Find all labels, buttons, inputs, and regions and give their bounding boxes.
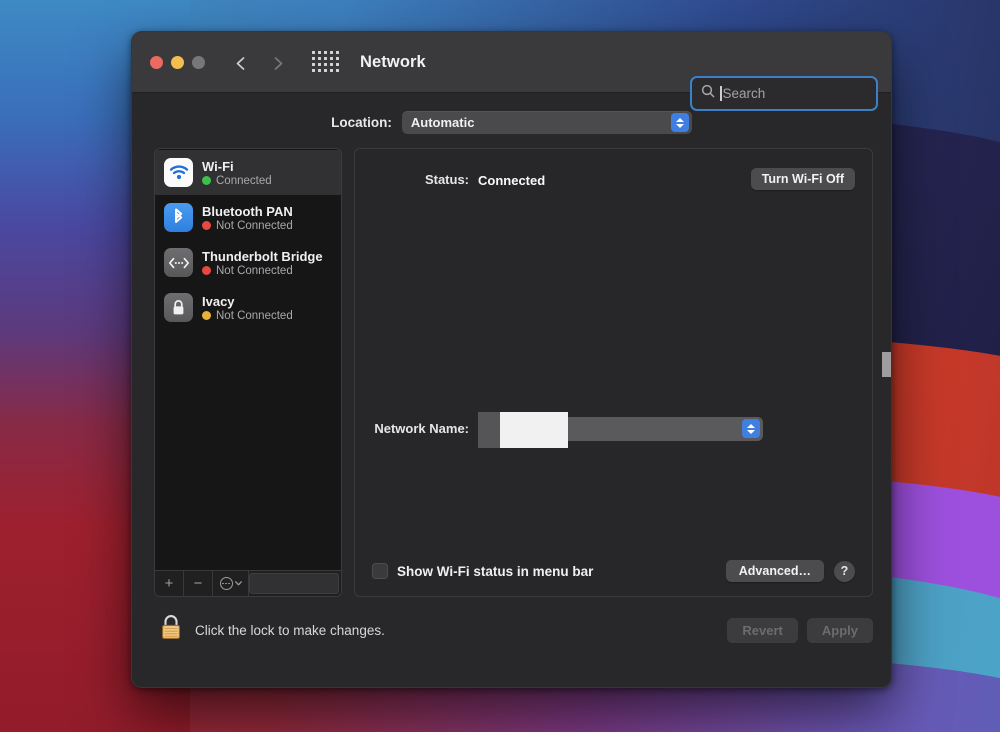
sidebar-item-status: Not Connected: [202, 220, 293, 232]
minimize-button[interactable]: [171, 56, 184, 69]
wifi-icon: [164, 158, 193, 187]
search-placeholder: Search: [723, 86, 766, 101]
detail-panel: Status: Connected Turn Wi-Fi Off Network…: [354, 148, 873, 597]
search-field-container: Search: [690, 76, 878, 111]
sidebar-item-wifi[interactable]: Wi-Fi Connected: [155, 150, 341, 195]
window-titlebar: Network Search: [132, 32, 891, 93]
apply-button[interactable]: Apply: [807, 618, 873, 643]
service-list: Wi-Fi Connected: [155, 149, 341, 570]
back-arrow-icon[interactable]: [234, 56, 247, 69]
turn-wifi-off-button[interactable]: Turn Wi-Fi Off: [751, 168, 855, 190]
chevron-updown-icon[interactable]: [671, 113, 689, 132]
detail-bottom-row: Show Wi-Fi status in menu bar Advanced… …: [355, 560, 872, 596]
network-name-inner: Network Name:: [355, 417, 872, 441]
redaction-block-left: [478, 412, 500, 448]
checkbox-row-show-wifi-status[interactable]: Show Wi-Fi status in menu bar: [372, 563, 593, 579]
detail-action-buttons: Advanced… ?: [726, 560, 855, 582]
window-body: Location: Automatic: [132, 93, 891, 648]
network-name-label-col: Network Name:: [355, 420, 478, 438]
sidebar-item-label: Ivacy: [202, 294, 293, 309]
service-sidebar: Wi-Fi Connected: [154, 148, 342, 597]
sidebar-item-status: Not Connected: [202, 310, 293, 322]
navigation-buttons: [234, 56, 285, 69]
content-columns: Wi-Fi Connected: [132, 148, 891, 597]
redacted-network-name: [500, 412, 568, 448]
status-dot: [202, 266, 211, 275]
footer-buttons: Revert Apply: [727, 618, 873, 643]
sidebar-item-label: Thunderbolt Bridge: [202, 249, 323, 264]
status-text: Not Connected: [216, 265, 293, 277]
sidebar-toolbar: + −: [155, 570, 341, 596]
network-preferences-window: Network Search Location:: [131, 31, 892, 688]
traffic-light-group: [150, 56, 205, 69]
close-button[interactable]: [150, 56, 163, 69]
forward-arrow-icon[interactable]: [272, 56, 285, 69]
status-text: Connected: [216, 175, 272, 187]
sidebar-item-text: Thunderbolt Bridge Not Connected: [202, 249, 323, 277]
thunderbolt-icon: [164, 248, 193, 277]
sidebar-item-text: Ivacy Not Connected: [202, 294, 293, 322]
sidebar-item-label: Bluetooth PAN: [202, 204, 293, 219]
page-title: Network: [360, 53, 426, 72]
text-caret: [720, 86, 722, 101]
window-footer: Click the lock to make changes. Revert A…: [132, 597, 891, 648]
checkbox-label: Show Wi-Fi status in menu bar: [397, 564, 593, 579]
sidebar-item-text: Wi-Fi Connected: [202, 159, 272, 187]
help-button[interactable]: ?: [834, 561, 855, 582]
network-name-dropdown[interactable]: [478, 417, 763, 441]
sidebar-item-label: Wi-Fi: [202, 159, 272, 174]
network-name-row: Network Name:: [355, 417, 872, 441]
sidebar-toolbar-filler: [249, 573, 339, 594]
sidebar-item-ivacy[interactable]: Ivacy Not Connected: [155, 285, 341, 330]
zoom-button[interactable]: [192, 56, 205, 69]
ellipsis-circle-icon: [220, 577, 233, 590]
sidebar-item-status: Not Connected: [202, 265, 323, 277]
action-menu-button[interactable]: [213, 571, 249, 596]
sidebar-item-bluetooth-pan[interactable]: Bluetooth PAN Not Connected: [155, 195, 341, 240]
bluetooth-icon: [164, 203, 193, 232]
status-dot: [202, 311, 211, 320]
status-value: Connected: [478, 173, 545, 188]
status-dot: [202, 221, 211, 230]
search-icon: [701, 84, 715, 103]
advanced-button[interactable]: Advanced…: [726, 560, 824, 582]
sidebar-item-status: Connected: [202, 175, 272, 187]
chevron-down-icon: [235, 581, 242, 586]
location-dropdown[interactable]: Automatic: [402, 111, 692, 134]
locked-padlock-icon[interactable]: [158, 613, 184, 648]
location-label: Location:: [331, 115, 392, 130]
remove-service-button[interactable]: −: [184, 571, 213, 596]
status-label-col: Status:: [355, 171, 478, 189]
sidebar-item-thunderbolt-bridge[interactable]: Thunderbolt Bridge Not Connected: [155, 240, 341, 285]
lock-message: Click the lock to make changes.: [195, 623, 385, 638]
redaction-segment: [882, 352, 892, 377]
lock-icon: [164, 293, 193, 322]
status-text: Not Connected: [216, 310, 293, 322]
revert-button[interactable]: Revert: [727, 618, 797, 643]
chevron-updown-icon[interactable]: [742, 419, 760, 438]
search-input[interactable]: Search: [690, 76, 878, 111]
network-name-label: Network Name:: [374, 421, 469, 436]
redacted-ssid-strip: [882, 352, 892, 377]
status-dot: [202, 176, 211, 185]
status-text: Not Connected: [216, 220, 293, 232]
sidebar-item-text: Bluetooth PAN Not Connected: [202, 204, 293, 232]
desktop-wallpaper: Network Search Location:: [0, 0, 1000, 732]
location-value: Automatic: [411, 115, 475, 130]
add-service-button[interactable]: +: [155, 571, 184, 596]
status-label: Status:: [425, 172, 469, 187]
show-all-grid-icon[interactable]: [312, 51, 340, 73]
checkbox-show-wifi-status[interactable]: [372, 563, 388, 579]
